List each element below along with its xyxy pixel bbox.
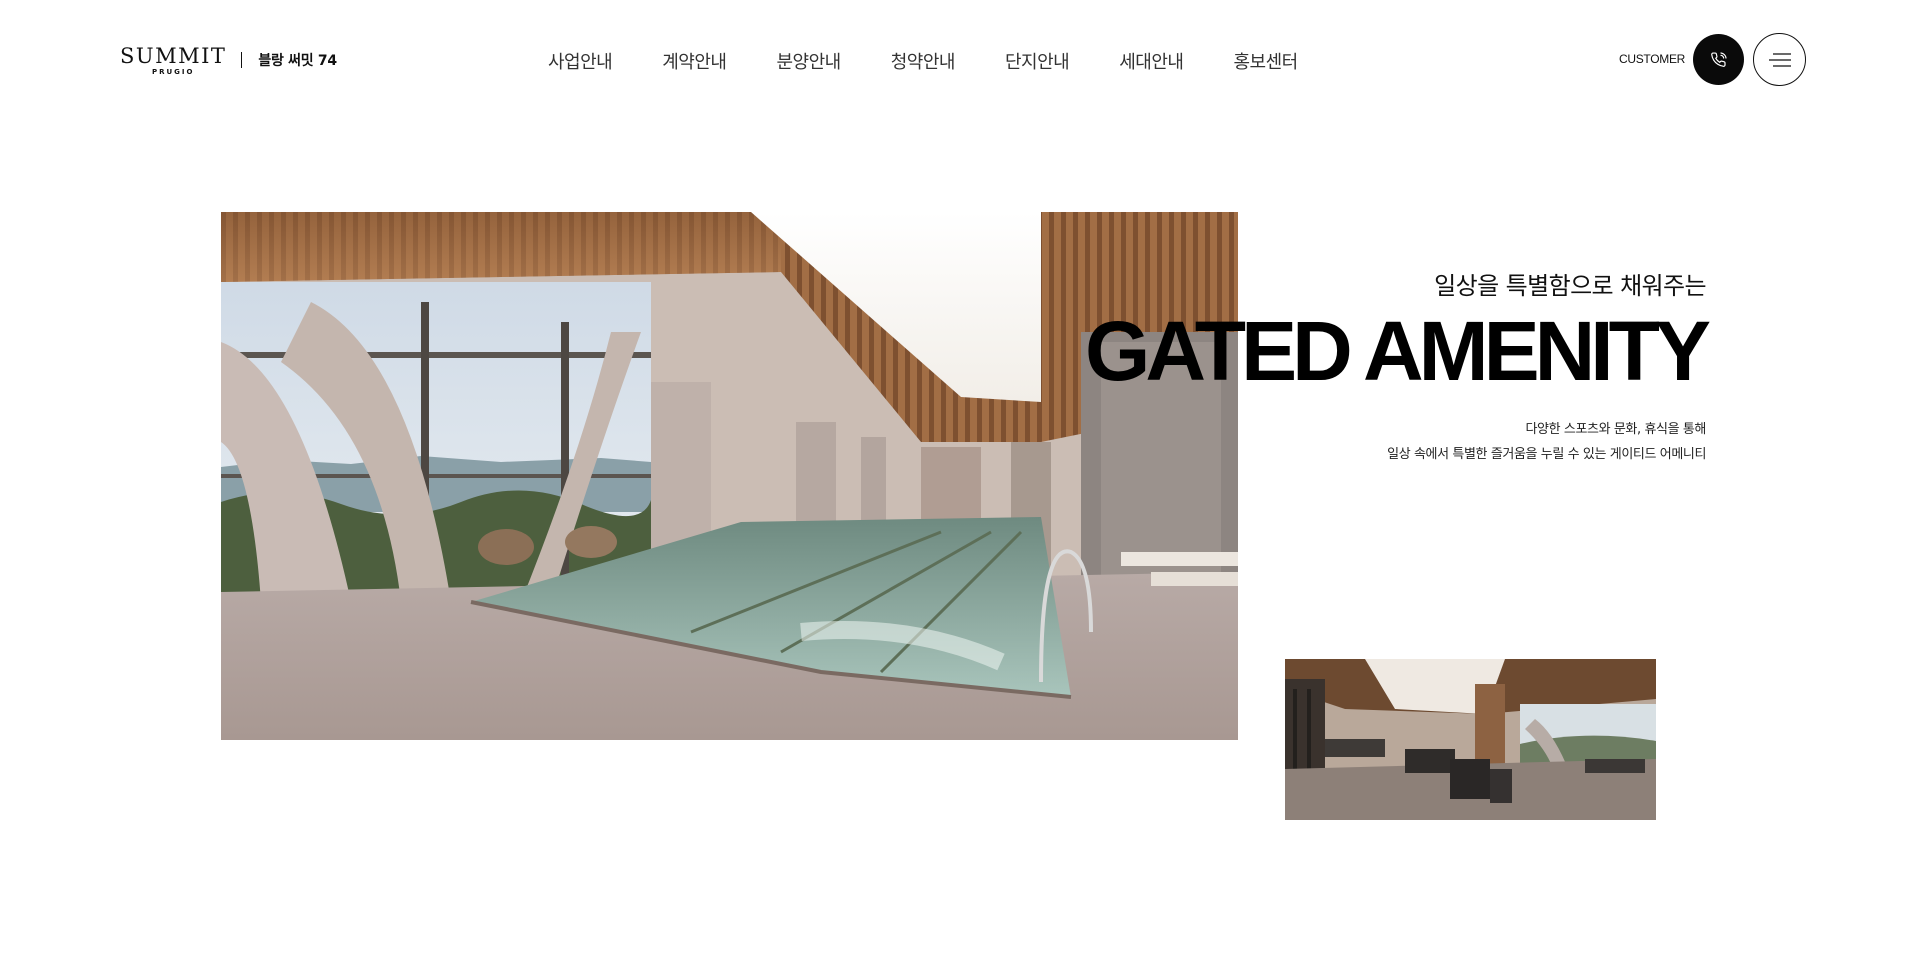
logo-prugio-text: PRUGIO [151,67,195,76]
hero-headline: 일상을 특별함으로 채워주는 GATED AMENITY 다양한 스포츠와 문화… [1085,266,1711,467]
phone-icon [1710,51,1727,67]
main-nav: 사업안내 계약안내 분양안내 청약안내 단지안내 세대안내 홍보센터 [548,48,1298,74]
logo-divider [241,52,243,68]
brand-logo[interactable]: SUMMIT PRUGIO 블랑 써밋 74 [120,44,337,76]
nav-item-subscription[interactable]: 청약안내 [891,48,956,74]
site-name: 블랑 써밋 74 [258,53,337,69]
hero-title: GATED AMENITY [1085,304,1711,398]
menu-button[interactable] [1753,33,1806,86]
nav-item-business[interactable]: 사업안내 [548,48,613,74]
site-header: SUMMIT PRUGIO 블랑 써밋 74 사업안내 계약안내 분양안내 청약… [0,0,1920,122]
fitness-amenity-image [1285,659,1656,820]
nav-item-sale[interactable]: 분양안내 [777,48,842,74]
call-button[interactable] [1693,34,1744,85]
nav-item-contract[interactable]: 계약안내 [662,48,727,74]
nav-item-unit[interactable]: 세대안내 [1119,48,1184,74]
customer-label[interactable]: CUSTOMER [1619,52,1685,66]
hero-subtitle: 일상을 특별함으로 채워주는 [1434,272,1706,300]
logo-summit-text: SUMMIT [120,43,227,68]
hero-description-line-1: 다양한 스포츠와 문화, 휴식을 통해 [1525,422,1706,437]
hamburger-menu-icon [1768,52,1791,67]
hero-description: 다양한 스포츠와 문화, 휴식을 통해 일상 속에서 특별한 즐거움을 누릴 수… [1085,417,1706,467]
summit-prugio-logo: SUMMIT PRUGIO [120,45,226,76]
nav-item-promotion[interactable]: 홍보센터 [1234,48,1299,74]
nav-item-complex[interactable]: 단지안내 [1005,48,1070,74]
hero-description-line-2: 일상 속에서 특별한 즐거움을 누릴 수 있는 게이티드 어메니티 [1387,447,1706,462]
